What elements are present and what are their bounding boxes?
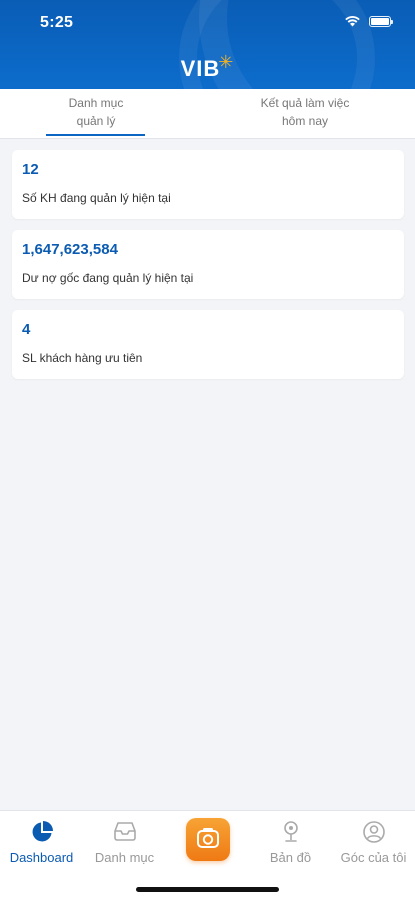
- tab-danh-muc-quan-ly[interactable]: Danh mục quản lý: [30, 89, 162, 138]
- tab-bar: Danh mục quản lý Kết quả làm việc hôm na…: [0, 89, 415, 139]
- stat-value: 4: [22, 321, 31, 338]
- vib-logo: VIB✳: [0, 52, 415, 82]
- tab-label-line1: Kết quả làm việc: [260, 96, 350, 110]
- status-time: 5:25: [40, 14, 74, 31]
- tab-label-line2: quản lý: [76, 114, 116, 128]
- logo-star-icon: ✳: [218, 52, 235, 72]
- stat-card-customers[interactable]: 12 Số KH đang quản lý hiện tại: [12, 150, 404, 219]
- tab-label-line2: hôm nay: [281, 114, 329, 128]
- stat-value: 1,647,623,584: [22, 241, 118, 258]
- nav-label: Danh mục: [94, 850, 155, 865]
- battery-icon: [369, 15, 393, 27]
- stat-card-priority-customers[interactable]: 4 SL khách hàng ưu tiên: [12, 310, 404, 379]
- nav-label: Góc của tôi: [340, 850, 407, 865]
- map-pin-icon: [283, 821, 298, 842]
- camera-icon: [197, 828, 219, 848]
- nav-label: Dashboard: [9, 850, 74, 865]
- stat-card-outstanding-principal[interactable]: 1,647,623,584 Dư nợ gốc đang quản lý hiệ…: [12, 230, 404, 299]
- stat-label: Dư nợ gốc đang quản lý hiện tại: [22, 271, 194, 285]
- camera-button[interactable]: [186, 818, 230, 861]
- active-tab-indicator: [46, 134, 145, 136]
- tab-ket-qua-lam-viec[interactable]: Kết quả làm việc hôm nay: [225, 89, 385, 138]
- status-icons: [344, 15, 393, 27]
- stat-value: 12: [22, 161, 39, 178]
- user-icon: [362, 821, 385, 843]
- nav-label: Bản đồ: [269, 850, 312, 865]
- wifi-icon: [345, 16, 360, 27]
- app-header: 5:25 VIB✳: [0, 0, 415, 89]
- tray-icon: [113, 822, 136, 841]
- stat-label: Số KH đang quản lý hiện tại: [22, 191, 171, 205]
- home-indicator: [136, 887, 279, 892]
- pie-chart-icon: [32, 821, 53, 842]
- stat-label: SL khách hàng ưu tiên: [22, 351, 143, 365]
- logo-text: VIB: [180, 56, 221, 81]
- tab-label-line1: Danh mục: [68, 96, 124, 110]
